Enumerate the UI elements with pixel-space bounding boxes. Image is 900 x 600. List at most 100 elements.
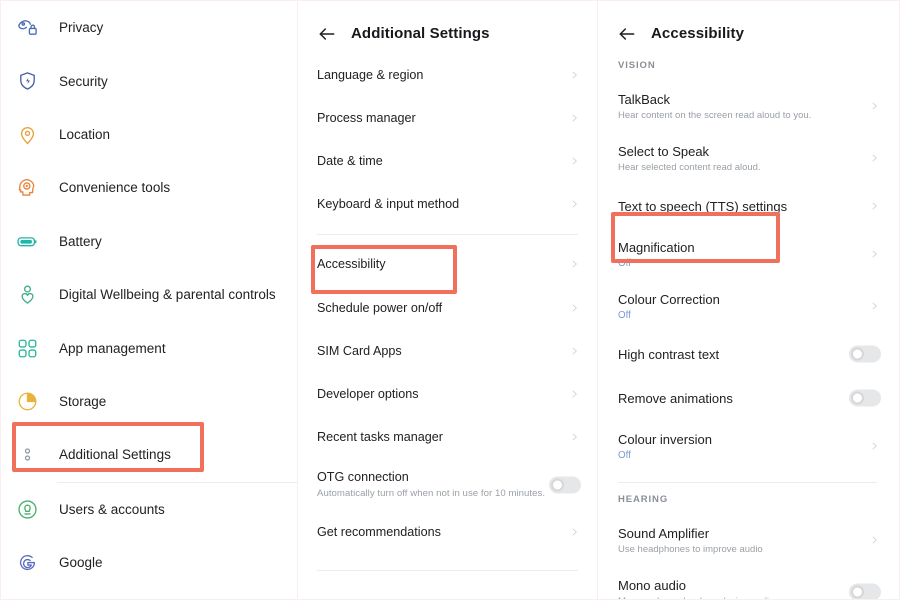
setting-row-talkback[interactable]: TalkBack Hear content on the screen read … — [598, 80, 897, 132]
sidebar-item-label: Privacy — [59, 20, 104, 36]
list-item-process-manager[interactable]: Process manager — [298, 96, 597, 139]
list-item-label: SIM Card Apps — [317, 343, 402, 358]
list-item-sim-card-apps[interactable]: SIM Card Apps — [298, 329, 597, 372]
setting-subtitle: Merges channels when playing audio — [618, 596, 774, 600]
setting-row-text-to-speech-tts-settings[interactable]: Text to speech (TTS) settings — [598, 184, 897, 228]
setting-title: Select to Speak — [618, 143, 710, 159]
list-item-label: Accessibility — [317, 257, 386, 272]
battery-icon — [14, 228, 40, 254]
setting-row-magnification[interactable]: Magnification Off — [598, 228, 897, 280]
list-item-label: Date & time — [317, 153, 383, 168]
location-pin-icon — [14, 121, 40, 147]
google-g-icon — [14, 550, 40, 576]
panel-title: Accessibility — [651, 25, 745, 42]
chevron-right-icon — [870, 199, 879, 214]
setting-title: Magnification — [618, 239, 695, 255]
sidebar-item-label: Users & accounts — [59, 501, 165, 517]
sidebar-item-location[interactable]: Location — [1, 108, 297, 161]
toggle-knob — [851, 391, 864, 405]
sidebar-item-label: Additional Settings — [59, 447, 171, 463]
setting-row-colour-correction[interactable]: Colour Correction Off — [598, 280, 897, 332]
setting-title: Colour inversion — [618, 431, 712, 447]
setting-value: Off — [618, 449, 631, 461]
chevron-right-icon — [570, 110, 579, 125]
setting-subtitle: Hear selected content read aloud. — [618, 161, 761, 173]
list-item-accessibility[interactable]: Accessibility — [298, 243, 597, 286]
sidebar-item-additional-settings[interactable]: Additional Settings — [1, 428, 297, 481]
list-item-get-recommendations[interactable]: Get recommendations — [298, 511, 597, 554]
setting-row-remove-animations[interactable]: Remove animations — [598, 376, 897, 420]
sidebar-item-storage[interactable]: Storage — [1, 375, 297, 428]
setting-value: Off — [618, 257, 631, 269]
setting-title: TalkBack — [618, 91, 671, 107]
sidebar-item-convenience-tools[interactable]: Convenience tools — [1, 161, 297, 214]
list-item-keyboard-input-method[interactable]: Keyboard & input method — [298, 183, 597, 226]
list-item-label: Developer options — [317, 386, 419, 401]
chevron-right-icon — [570, 343, 579, 358]
sidebar-item-label: Battery — [59, 233, 102, 249]
list-item-developer-options[interactable]: Developer options — [298, 372, 597, 415]
storage-pie-icon — [14, 388, 40, 414]
sidebar-item-privacy[interactable]: Privacy — [1, 1, 297, 54]
additional-settings-panel: Additional Settings Language & region Pro… — [298, 1, 598, 599]
sidebar-item-label: Digital Wellbeing & parental controls — [59, 287, 276, 303]
section-label: VISION — [618, 60, 656, 71]
chevron-right-icon — [570, 430, 579, 445]
sidebar-item-battery[interactable]: Battery — [1, 215, 297, 268]
sidebar-item-label: Location — [59, 126, 111, 142]
toggle-switch[interactable] — [849, 583, 881, 599]
list-item-label: Language & region — [317, 67, 424, 82]
wellbeing-person-icon — [14, 282, 40, 308]
toggle-switch[interactable] — [849, 389, 881, 407]
sidebar-item-google[interactable]: Google — [1, 536, 297, 589]
shield-bolt-icon — [14, 68, 40, 94]
app-grid-icon — [14, 335, 40, 361]
setting-title: Mono audio — [618, 577, 686, 593]
list-item-label: Process manager — [317, 110, 416, 125]
toggle-knob — [851, 585, 864, 599]
chevron-right-icon — [870, 99, 879, 114]
chevron-right-icon — [870, 439, 879, 454]
toggle-knob — [551, 478, 564, 492]
list-item-label: Keyboard & input method — [317, 197, 460, 212]
chevron-right-icon — [570, 525, 579, 540]
setting-title: Text to speech (TTS) settings — [618, 198, 788, 214]
accessibility-settings-list: VISION TalkBack Hear content on the screen… — [598, 49, 897, 599]
toggle-switch[interactable] — [549, 476, 581, 494]
additional-settings-header: Additional Settings — [298, 1, 597, 49]
back-arrow-icon[interactable] — [317, 24, 337, 44]
settings-category-list: Privacy Security Location Convenience tools… — [1, 1, 297, 589]
setting-row-colour-inversion[interactable]: Colour inversion Off — [598, 420, 897, 472]
back-arrow-icon[interactable] — [617, 24, 637, 44]
setting-title: High contrast text — [618, 346, 720, 362]
more-dots-icon — [14, 442, 40, 468]
panel-title: Additional Settings — [351, 25, 490, 42]
setting-row-high-contrast-text[interactable]: High contrast text — [598, 332, 897, 376]
setting-row-select-to-speak[interactable]: Select to Speak Hear selected content rea… — [598, 132, 897, 184]
chevron-right-icon — [870, 533, 879, 548]
toggle-switch[interactable] — [849, 345, 881, 363]
list-item-otg-connection[interactable]: OTG connection Automatically turn off whe… — [298, 459, 597, 511]
chevron-right-icon — [870, 299, 879, 314]
setting-row-sound-amplifier[interactable]: Sound Amplifier Use headphones to improve… — [598, 514, 897, 566]
setting-title: Colour Correction — [618, 291, 720, 307]
sidebar-item-app-management[interactable]: App management — [1, 321, 297, 374]
chevron-right-icon — [570, 257, 579, 272]
user-circle-icon — [14, 496, 40, 522]
list-item-recent-tasks-manager[interactable]: Recent tasks manager — [298, 416, 597, 459]
list-divider — [317, 569, 578, 571]
setting-title: Remove animations — [618, 390, 733, 406]
list-item-label: Schedule power on/off — [317, 300, 443, 315]
sidebar-item-label: Google — [59, 555, 103, 571]
additional-settings-list: Language & region Process manager Date & t… — [298, 49, 597, 571]
list-item-schedule-power-on-off[interactable]: Schedule power on/off — [298, 286, 597, 329]
list-item-language-region[interactable]: Language & region — [298, 53, 597, 96]
sidebar-item-security[interactable]: Security — [1, 54, 297, 107]
sidebar-item-digital-wellbeing-parental-controls[interactable]: Digital Wellbeing & parental controls — [1, 268, 297, 321]
section-label: HEARING — [618, 494, 669, 505]
setting-row-mono-audio[interactable]: Mono audio Merges channels when playing a… — [598, 566, 897, 599]
sidebar-item-users-accounts[interactable]: Users & accounts — [1, 483, 297, 536]
accessibility-panel: Accessibility VISION TalkBack Hear content… — [598, 1, 897, 599]
list-item-date-time[interactable]: Date & time — [298, 139, 597, 182]
settings-three-pane-window: Privacy Security Location Convenience tools… — [0, 0, 900, 600]
